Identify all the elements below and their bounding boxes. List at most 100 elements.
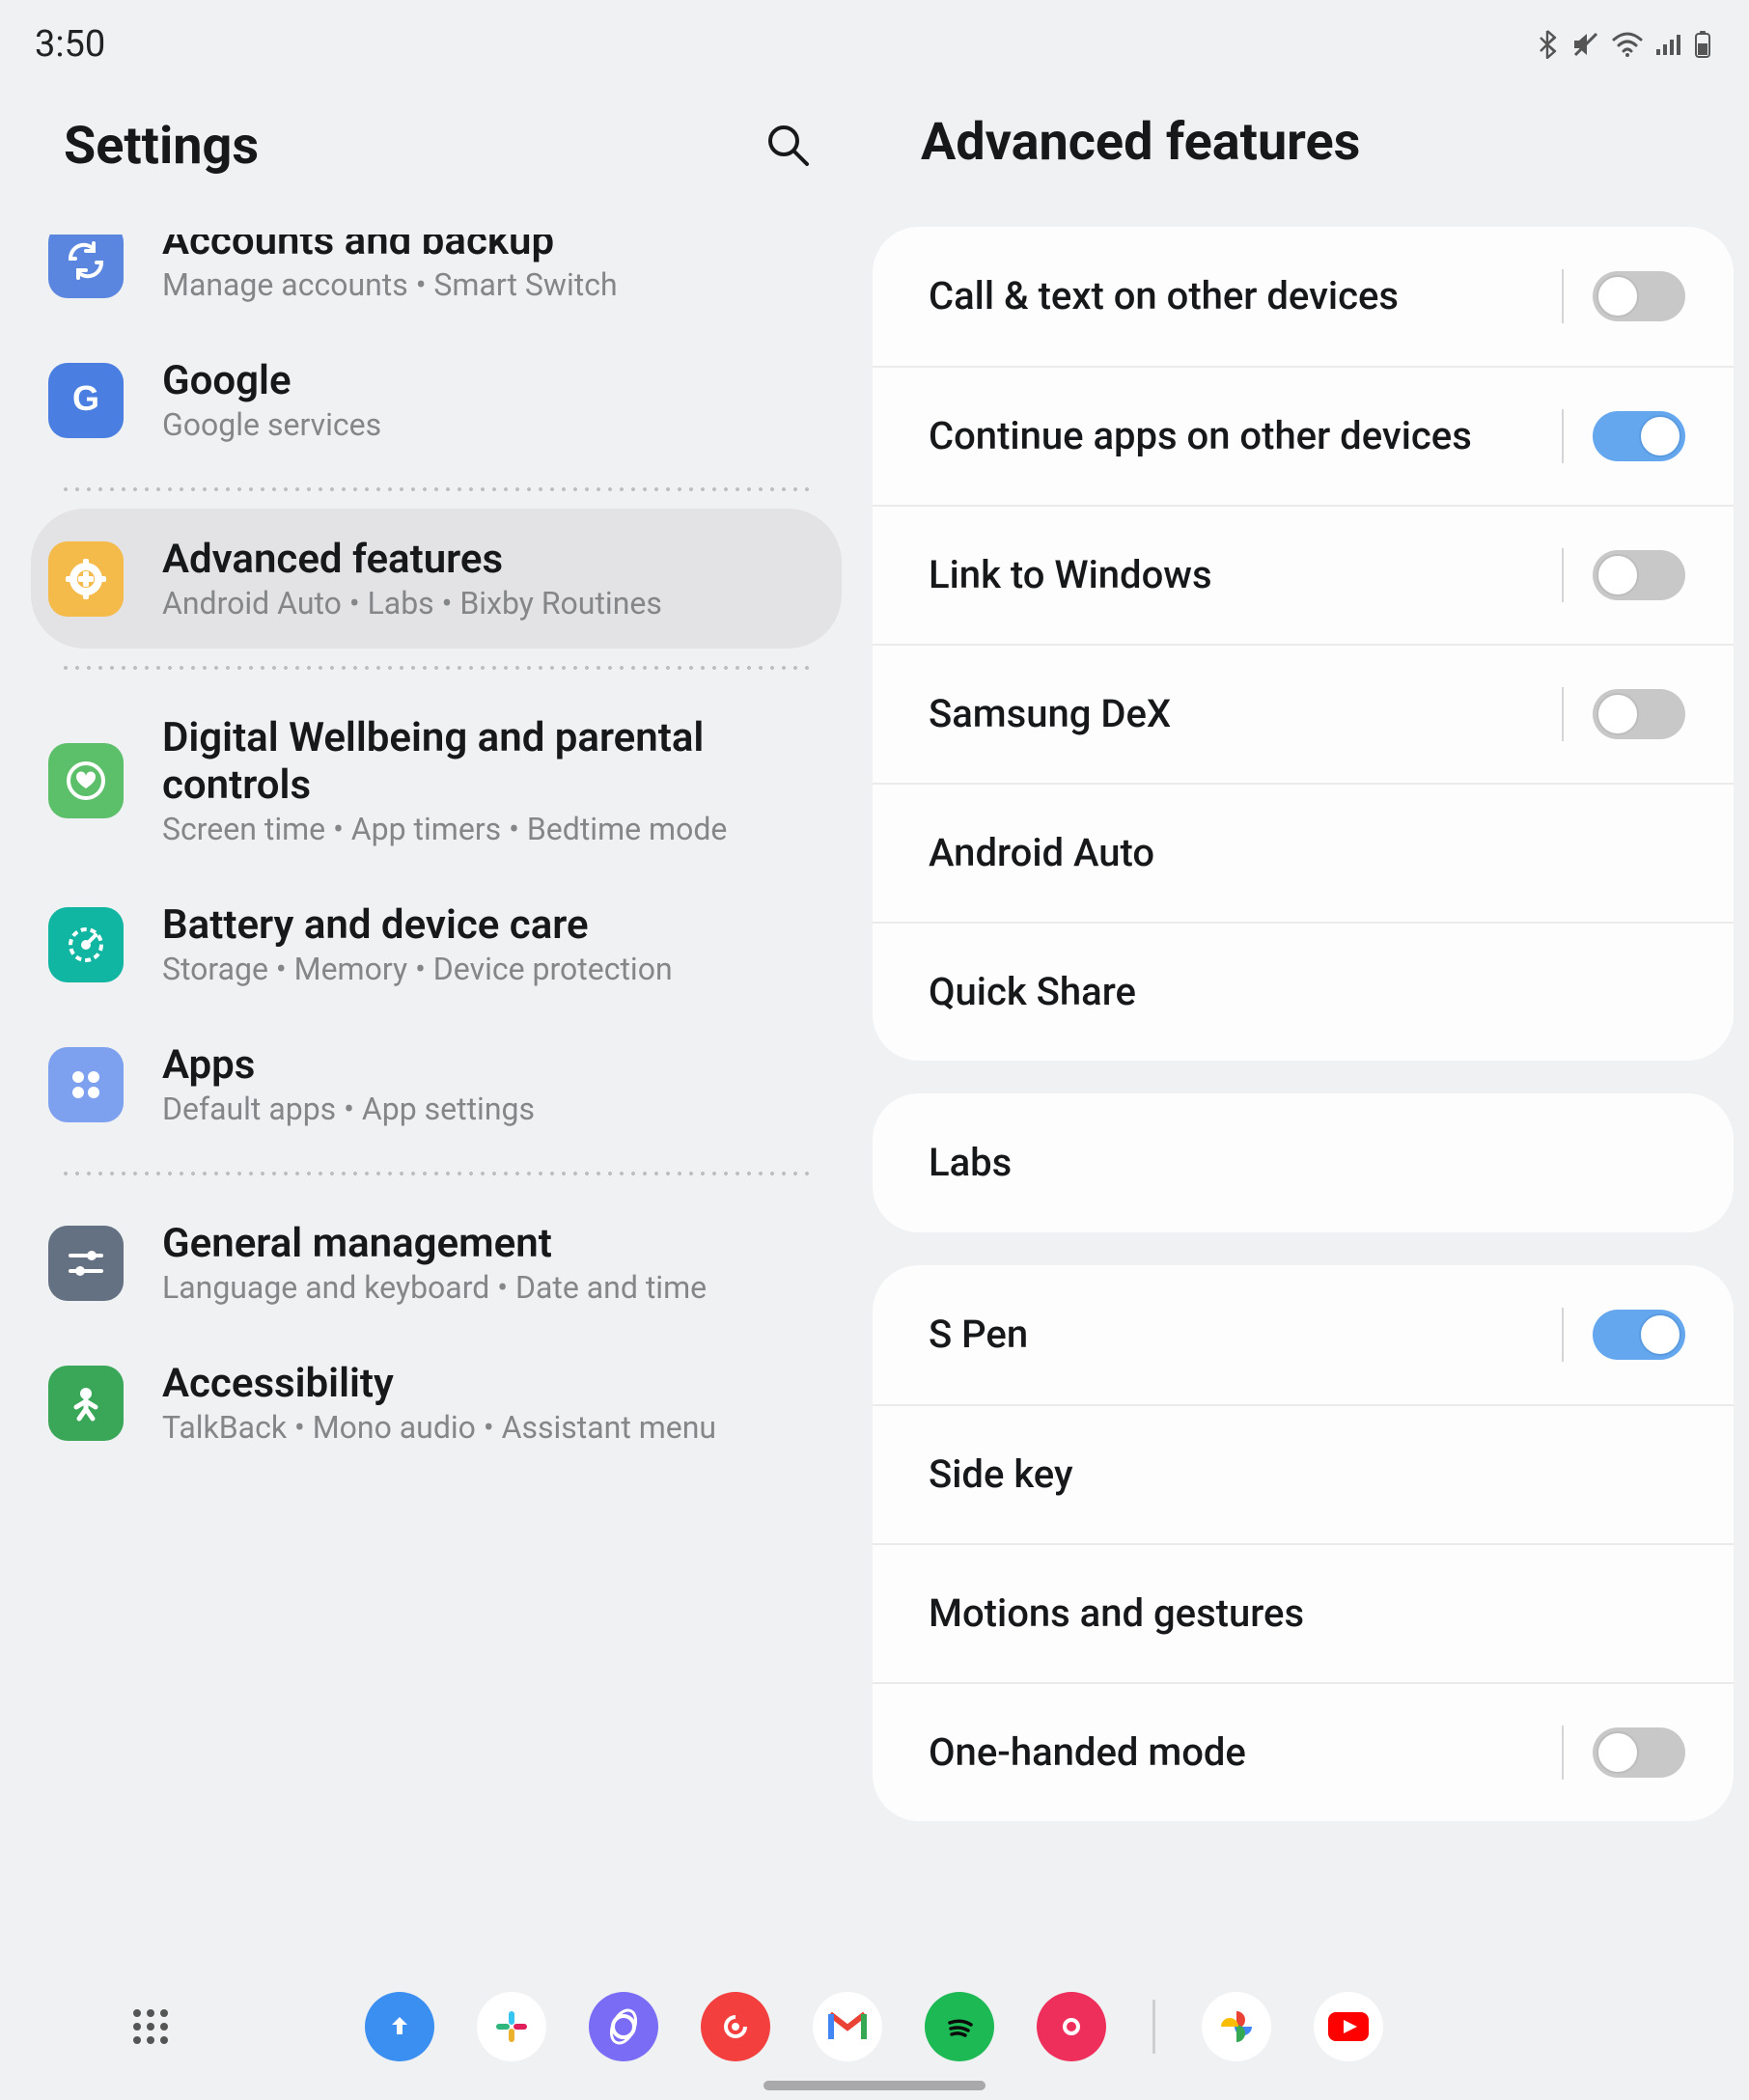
person-icon bbox=[48, 1366, 124, 1441]
upload-app-icon[interactable] bbox=[365, 1992, 434, 2061]
setting-row-label: Motions and gestures bbox=[929, 1589, 1304, 1638]
setting-row-label: Android Auto bbox=[929, 829, 1154, 877]
toggle-switch[interactable] bbox=[1593, 1310, 1685, 1360]
settings-divider bbox=[60, 666, 813, 670]
mute-icon bbox=[1571, 31, 1600, 58]
settings-item-title: Battery and device care bbox=[162, 901, 673, 949]
svg-text:G: G bbox=[72, 379, 99, 418]
pocketcasts-app-icon[interactable] bbox=[701, 1992, 770, 2061]
setting-row[interactable]: Labs bbox=[873, 1093, 1734, 1232]
settings-item-title: Apps bbox=[162, 1041, 535, 1089]
camera-app-icon[interactable] bbox=[1037, 1992, 1106, 2061]
detail-pane: Advanced features Call & text on other d… bbox=[873, 89, 1749, 1975]
settings-item-accounts[interactable]: Accounts and backupManage accounts • Sma… bbox=[0, 235, 873, 330]
settings-item-title: Accessibility bbox=[162, 1360, 716, 1407]
settings-header: Settings bbox=[0, 89, 873, 235]
settings-item-subtitle: TalkBack • Mono audio • Assistant menu bbox=[162, 1409, 716, 1446]
row-separator bbox=[1562, 1308, 1564, 1362]
youtube-app-icon[interactable] bbox=[1314, 1992, 1383, 2061]
photos-app-icon[interactable] bbox=[1202, 1992, 1271, 2061]
setting-row[interactable]: Continue apps on other devices bbox=[873, 366, 1734, 505]
setting-row[interactable]: Samsung DeX bbox=[873, 644, 1734, 783]
settings-card: Labs bbox=[873, 1093, 1734, 1232]
settings-item-subtitle: Storage • Memory • Device protection bbox=[162, 951, 673, 987]
gesture-handle[interactable] bbox=[763, 2081, 986, 2090]
setting-row-label: Call & text on other devices bbox=[929, 272, 1399, 320]
setting-row[interactable]: Side key bbox=[873, 1404, 1734, 1543]
settings-item-battery[interactable]: Battery and device careStorage • Memory … bbox=[0, 874, 873, 1014]
setting-row-label: S Pen bbox=[929, 1311, 1028, 1359]
gmail-app-icon[interactable] bbox=[813, 1992, 882, 2061]
taskbar-separator bbox=[1152, 2000, 1155, 2054]
settings-item-apps[interactable]: AppsDefault apps • App settings bbox=[0, 1014, 873, 1154]
bluetooth-icon bbox=[1537, 30, 1560, 59]
settings-item-title: Google bbox=[162, 357, 381, 404]
detail-title: Advanced features bbox=[873, 89, 1734, 227]
search-icon bbox=[764, 122, 811, 168]
setting-row[interactable]: Motions and gestures bbox=[873, 1543, 1734, 1682]
toggle-switch[interactable] bbox=[1593, 550, 1685, 600]
toggle-switch[interactable] bbox=[1593, 1727, 1685, 1778]
detail-scroll[interactable]: Call & text on other devices Continue app… bbox=[873, 227, 1734, 1975]
settings-divider bbox=[60, 487, 813, 491]
settings-list-scroll[interactable]: Accounts and backupManage accounts • Sma… bbox=[0, 235, 873, 1975]
toggle-switch[interactable] bbox=[1593, 271, 1685, 321]
settings-item-title: Advanced features bbox=[162, 536, 662, 583]
main: Settings Accounts and backupManage accou… bbox=[0, 89, 1749, 1975]
grid4-icon bbox=[48, 1047, 124, 1122]
settings-divider bbox=[60, 1172, 813, 1175]
setting-row[interactable]: Android Auto bbox=[873, 783, 1734, 922]
settings-item-general[interactable]: General managementLanguage and keyboard … bbox=[0, 1193, 873, 1333]
meter-icon bbox=[48, 907, 124, 982]
setting-row[interactable]: Quick Share bbox=[873, 922, 1734, 1061]
setting-row-label: Samsung DeX bbox=[929, 690, 1171, 738]
toggle-switch[interactable] bbox=[1593, 411, 1685, 461]
app-drawer-button[interactable] bbox=[124, 2000, 178, 2054]
settings-item-subtitle: Google services bbox=[162, 406, 381, 443]
setting-row[interactable]: Link to Windows bbox=[873, 505, 1734, 644]
slack-app-icon[interactable] bbox=[477, 1992, 546, 2061]
settings-title: Settings bbox=[64, 116, 259, 177]
settings-item-advanced[interactable]: Advanced featuresAndroid Auto • Labs • B… bbox=[31, 509, 842, 649]
settings-item-google[interactable]: G GoogleGoogle services bbox=[0, 330, 873, 470]
status-bar: 3:50 bbox=[0, 0, 1749, 89]
row-separator bbox=[1562, 1726, 1564, 1780]
settings-pane: Settings Accounts and backupManage accou… bbox=[0, 89, 873, 1975]
settings-item-title: Accounts and backup bbox=[162, 235, 618, 264]
setting-row[interactable]: Call & text on other devices bbox=[873, 227, 1734, 366]
spotify-app-icon[interactable] bbox=[925, 1992, 994, 2061]
battery-icon bbox=[1693, 30, 1712, 59]
row-separator bbox=[1562, 409, 1564, 463]
settings-item-subtitle: Android Auto • Labs • Bixby Routines bbox=[162, 585, 662, 622]
setting-row-label: Link to Windows bbox=[929, 551, 1212, 599]
toggle-switch[interactable] bbox=[1593, 689, 1685, 739]
settings-item-subtitle: Screen time • App timers • Bedtime mode bbox=[162, 811, 834, 847]
setting-row-label: Labs bbox=[929, 1139, 1012, 1187]
samsung-internet-app-icon[interactable] bbox=[589, 1992, 658, 2061]
plus-gear-icon bbox=[48, 541, 124, 617]
search-button[interactable] bbox=[755, 112, 820, 180]
heart-circle-icon bbox=[48, 743, 124, 818]
signal-icon bbox=[1654, 32, 1681, 57]
row-separator bbox=[1562, 269, 1564, 323]
setting-row-label: Continue apps on other devices bbox=[929, 412, 1472, 460]
settings-card: S Pen Side key Motions and gestures One-han… bbox=[873, 1265, 1734, 1821]
setting-row[interactable]: One-handed mode bbox=[873, 1682, 1734, 1821]
setting-row-label: One-handed mode bbox=[929, 1728, 1246, 1777]
wifi-icon bbox=[1612, 32, 1643, 57]
sync-icon bbox=[48, 235, 124, 298]
row-separator bbox=[1562, 548, 1564, 602]
sliders-icon bbox=[48, 1226, 124, 1301]
settings-card: Call & text on other devices Continue app… bbox=[873, 227, 1734, 1061]
status-time: 3:50 bbox=[35, 23, 105, 66]
grid9-icon bbox=[131, 2007, 170, 2046]
taskbar bbox=[0, 1975, 1749, 2100]
setting-row-label: Side key bbox=[929, 1451, 1073, 1499]
settings-item-wellbeing[interactable]: Digital Wellbeing and parental controlsS… bbox=[0, 687, 873, 874]
settings-item-subtitle: Manage accounts • Smart Switch bbox=[162, 266, 618, 303]
settings-item-title: General management bbox=[162, 1220, 707, 1267]
settings-item-subtitle: Language and keyboard • Date and time bbox=[162, 1269, 707, 1306]
settings-item-accessibility[interactable]: AccessibilityTalkBack • Mono audio • Ass… bbox=[0, 1333, 873, 1473]
settings-item-subtitle: Default apps • App settings bbox=[162, 1091, 535, 1127]
setting-row[interactable]: S Pen bbox=[873, 1265, 1734, 1404]
